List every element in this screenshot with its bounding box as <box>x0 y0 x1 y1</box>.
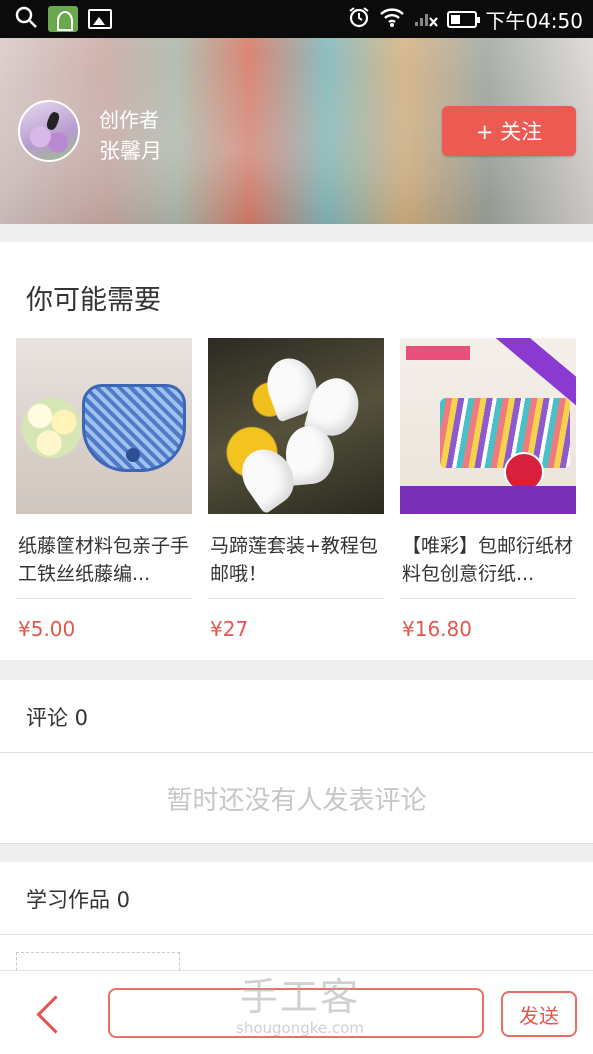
comment-bar: 手工客 shougongke.com 发送 <box>0 970 593 1054</box>
product-image[interactable] <box>16 338 192 514</box>
back-button[interactable] <box>30 993 64 1037</box>
recommend-section: 你可能需要 纸藤筐材料包亲子手工铁丝纸藤编... ¥5.00 马蹄莲套装+教程包… <box>0 242 593 660</box>
recommend-title: 你可能需要 <box>26 285 161 316</box>
creator-role-label: 创作者 <box>99 108 159 132</box>
basket-detail <box>126 448 140 462</box>
flower-decoration <box>22 398 82 458</box>
works-title: 学习作品 0 <box>26 888 131 912</box>
quilling-strips <box>440 398 570 468</box>
kit-banner <box>400 486 576 514</box>
image-icon <box>88 9 112 29</box>
comment-input[interactable] <box>108 988 484 1038</box>
creator-name[interactable]: 张馨月 <box>99 135 162 165</box>
divider <box>16 598 192 599</box>
follow-button[interactable]: + 关注 <box>442 106 576 156</box>
comments-empty-message: 暂时还没有人发表评论 <box>166 786 427 816</box>
divider <box>0 752 593 753</box>
avatar[interactable] <box>18 100 80 162</box>
divider <box>0 934 593 935</box>
product-name[interactable]: 【唯彩】包邮衍纸材料包创意衍纸... <box>400 532 576 588</box>
wifi-icon <box>379 6 405 33</box>
product-card[interactable]: 纸藤筐材料包亲子手工铁丝纸藤编... ¥5.00 <box>16 338 192 641</box>
app-icon <box>48 6 78 32</box>
alarm-icon <box>347 5 371 34</box>
signal-icon <box>413 6 439 33</box>
comments-section: 评论 0 暂时还没有人发表评论 <box>0 680 593 844</box>
product-name[interactable]: 纸藤筐材料包亲子手工铁丝纸藤编... <box>16 532 192 588</box>
product-image[interactable] <box>400 338 576 514</box>
product-price: ¥27 <box>210 617 249 641</box>
product-image[interactable] <box>208 338 384 514</box>
product-card[interactable]: 马蹄莲套装+教程包邮哦！ ¥27 <box>208 338 384 641</box>
product-price: ¥5.00 <box>18 617 76 641</box>
battery-icon <box>447 10 481 28</box>
search-icon <box>14 5 38 33</box>
send-button[interactable]: 发送 <box>501 991 577 1037</box>
product-name[interactable]: 马蹄莲套装+教程包邮哦！ <box>208 532 384 588</box>
product-card[interactable]: 【唯彩】包邮衍纸材料包创意衍纸... ¥16.80 <box>400 338 576 641</box>
status-bar: 下午04:50 <box>0 0 593 38</box>
author-banner: 创作者 张馨月 + 关注 <box>0 38 593 224</box>
divider <box>0 843 593 844</box>
product-price: ¥16.80 <box>402 617 472 641</box>
divider <box>400 598 576 599</box>
divider <box>208 598 384 599</box>
comments-title: 评论 0 <box>26 706 89 730</box>
status-time: 下午04:50 <box>485 8 583 33</box>
kit-label <box>406 346 470 360</box>
